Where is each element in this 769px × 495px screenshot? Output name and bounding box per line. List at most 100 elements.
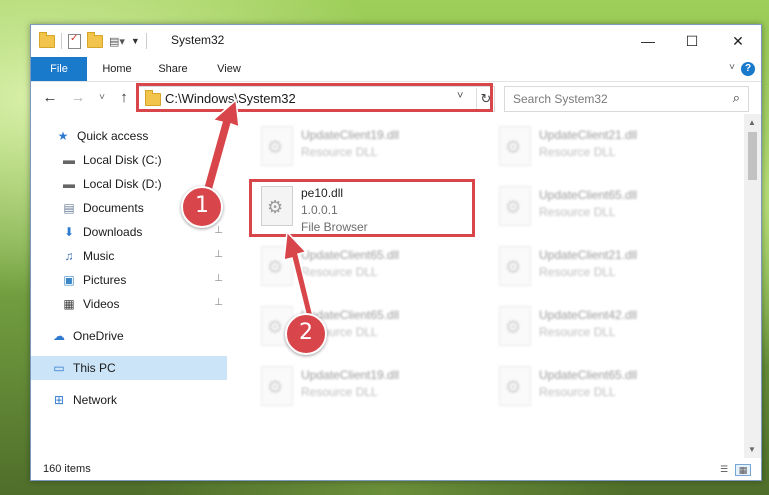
network-icon: ⊞ [53,393,65,407]
minimize-button[interactable]: — [625,25,671,57]
scrollbar-thumb[interactable] [748,132,757,180]
sidebar-item-quick-access[interactable]: ★ Quick access [31,124,227,148]
sidebar-item-videos[interactable]: ▦ Videos ⊥ [31,292,227,316]
music-icon: ♫ [64,249,74,263]
file-name: UpdateClient65.dll [539,368,638,382]
window-title: System32 [171,33,225,47]
close-button[interactable]: ✕ [715,25,761,57]
step-1-badge: 1 [181,186,223,228]
file-tile[interactable]: UpdateClient19.dll Resource DLL [249,360,479,414]
collapse-ribbon-icon[interactable]: ˅ [729,62,735,73]
status-bar: 160 items ☰ ▦ [31,458,761,480]
sidebar-item-label: Downloads [83,225,143,239]
file-highlight-box [249,179,475,237]
sidebar-item-onedrive[interactable]: ☁ OneDrive [31,324,227,348]
separator [145,33,147,49]
drive-icon: ▬ [63,153,75,167]
file-tile[interactable]: UpdateClient65.dll Resource DLL [487,360,717,414]
file-name: UpdateClient42.dll [539,308,638,322]
file-explorer-window: ▤▾ ▼ System32 — ☐ ✕ File Home Share View… [30,24,762,481]
file-name: UpdateClient21.dll [539,128,638,142]
sidebar-item-label: Network [73,393,118,407]
arrow-right-icon: → [70,89,86,106]
dll-file-icon [261,246,293,286]
documents-icon: ▤ [63,201,75,215]
details-view-icon[interactable]: ☰ [717,464,731,474]
dll-file-icon [261,366,293,406]
navigation-pane: ★ Quick access ▬ Local Disk (C:) ▬ Local… [31,120,227,440]
file-tile[interactable]: UpdateClient19.dll Resource DLL [249,120,479,174]
file-tile[interactable]: UpdateClient65.dll Resource DLL [249,240,479,294]
file-tile[interactable]: UpdateClient21.dll Resource DLL [487,240,717,294]
dll-file-icon [499,246,531,286]
pin-icon[interactable]: ⊥ [214,249,223,260]
properties-icon[interactable] [68,33,81,49]
sidebar-item-label: Documents [83,201,144,215]
folder-icon [39,31,55,48]
search-placeholder: Search System32 [513,92,608,106]
dll-file-icon [499,126,531,166]
separator [61,33,62,49]
arrow-left-icon: ← [42,89,58,106]
file-name: UpdateClient21.dll [539,248,638,262]
sidebar-item-music[interactable]: ♫ Music ⊥ [31,244,227,268]
computer-icon: ▭ [53,361,65,375]
sidebar-item-this-pc[interactable]: ▭ This PC [31,356,227,380]
toolbar-dropdown-icon[interactable]: ▼ [131,36,140,46]
dll-file-icon [499,186,531,226]
new-folder-icon[interactable] [87,31,103,48]
back-button[interactable]: ← [41,88,59,108]
pin-icon[interactable]: ⊥ [214,273,223,284]
file-type: Resource DLL [539,265,616,279]
customize-toolbar-icon[interactable]: ▤▾ [109,35,125,48]
file-name: UpdateClient65.dll [539,188,638,202]
forward-button[interactable]: → [69,88,87,108]
sidebar-item-network[interactable]: ⊞ Network [31,388,227,412]
download-icon: ⬇ [63,225,75,239]
help-icon[interactable]: ? [741,62,755,76]
sidebar-item-pictures[interactable]: ▣ Pictures ⊥ [31,268,227,292]
sidebar-item-label: Local Disk (D:) [83,177,162,191]
file-type: Resource DLL [301,385,378,399]
file-tile[interactable]: UpdateClient65.dll Resource DLL [249,300,479,354]
search-box[interactable]: Search System32 ⌕ [504,86,749,112]
sidebar-item-label: Pictures [83,273,127,287]
sidebar-item-label: This PC [73,361,116,375]
sidebar-item-label: Local Disk (C:) [83,153,162,167]
scroll-down-icon[interactable]: ▼ [748,445,756,454]
cloud-icon: ☁ [53,329,65,343]
navigation-bar: ← → ˅ ↑ C:\Windows\System32 ˅ ↻ Search S… [31,82,761,114]
tab-home[interactable]: Home [93,57,141,81]
pin-icon[interactable]: ⊥ [214,297,223,308]
file-tile[interactable]: UpdateClient21.dll Resource DLL [487,120,717,174]
maximize-button[interactable]: ☐ [669,25,715,57]
tab-file[interactable]: File [31,57,87,81]
sidebar-item-label: OneDrive [73,329,124,343]
scroll-up-icon[interactable]: ▲ [748,118,756,127]
sidebar-item-local-disk-c[interactable]: ▬ Local Disk (C:) [31,148,227,172]
tiles-view-icon[interactable]: ▦ [735,464,751,476]
file-tile[interactable]: UpdateClient65.dll Resource DLL [487,180,717,234]
pin-icon[interactable]: ⊥ [214,225,223,236]
file-type: Resource DLL [539,385,616,399]
close-icon: ✕ [732,32,744,49]
pictures-icon: ▣ [63,273,75,287]
minimize-icon: — [641,33,655,49]
file-tile[interactable]: UpdateClient42.dll Resource DLL [487,300,717,354]
tab-share[interactable]: Share [149,57,197,81]
vertical-scrollbar[interactable]: ▲ ▼ [744,114,761,458]
file-name: UpdateClient19.dll [301,368,400,382]
recent-locations-button[interactable]: ˅ [93,88,111,108]
file-type: Resource DLL [539,205,616,219]
step-2-badge: 2 [285,313,327,355]
arrow-up-icon: ↑ [120,89,128,106]
file-type: Resource DLL [539,145,616,159]
up-button[interactable]: ↑ [115,88,133,108]
file-type: Resource DLL [301,145,378,159]
file-name: UpdateClient19.dll [301,128,400,142]
tab-view[interactable]: View [207,57,251,81]
file-name: UpdateClient65.dll [301,248,400,262]
sidebar-item-label: Videos [83,297,120,311]
sidebar-item-label: Quick access [77,129,149,143]
search-icon[interactable]: ⌕ [733,90,740,106]
